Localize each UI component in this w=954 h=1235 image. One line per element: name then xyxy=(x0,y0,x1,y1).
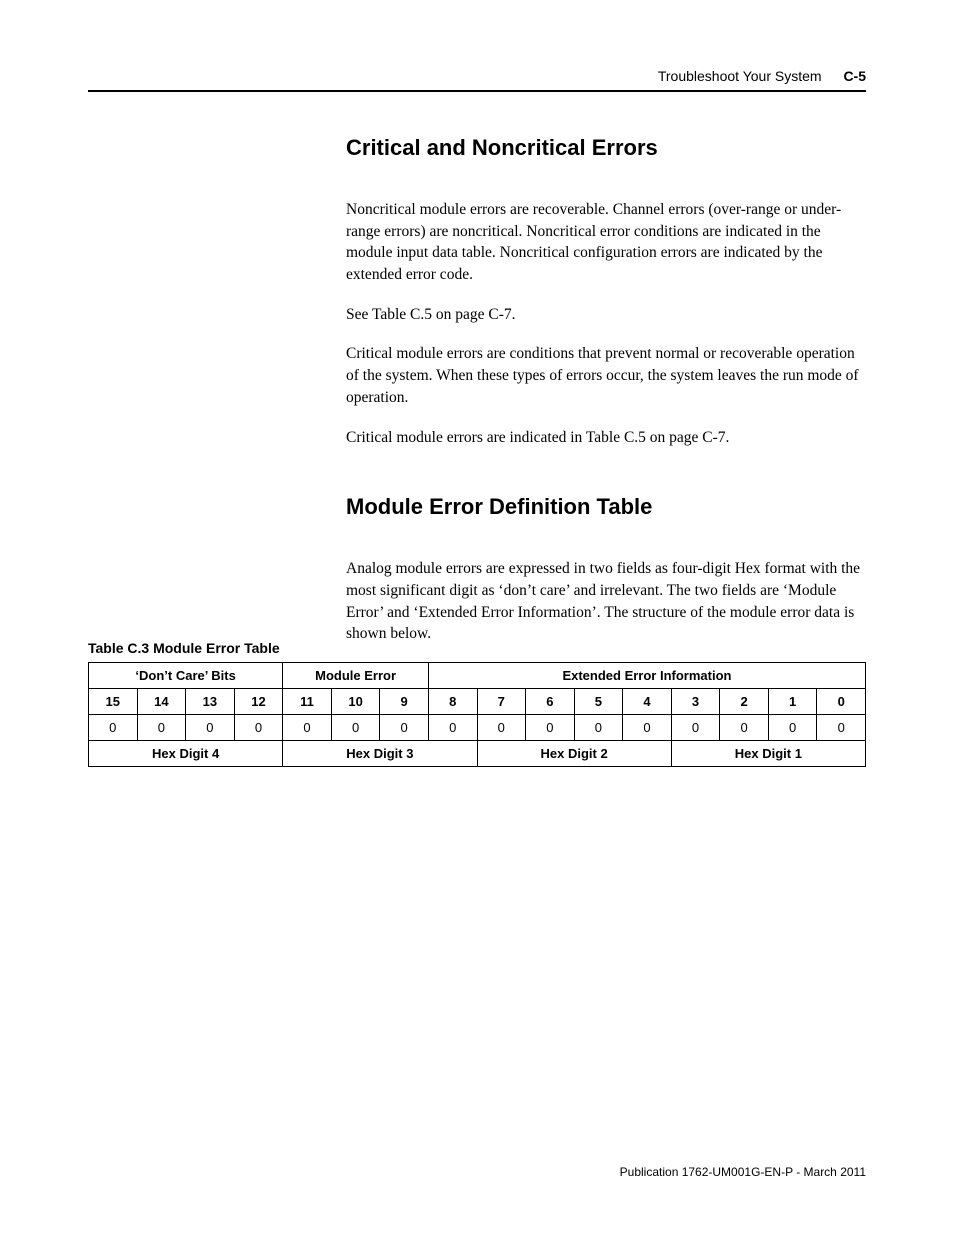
bit-header: 6 xyxy=(526,689,575,715)
bit-value: 0 xyxy=(526,715,575,741)
bit-header: 1 xyxy=(768,689,817,715)
bit-value: 0 xyxy=(186,715,235,741)
bit-value: 0 xyxy=(574,715,623,741)
bit-value: 0 xyxy=(477,715,526,741)
publication-footer: Publication 1762-UM001G-EN-P - March 201… xyxy=(620,1165,866,1179)
bit-value: 0 xyxy=(623,715,672,741)
bit-value: 0 xyxy=(768,715,817,741)
hex-digit-label: Hex Digit 1 xyxy=(671,741,865,767)
bit-value: 0 xyxy=(720,715,769,741)
hex-digit-label: Hex Digit 4 xyxy=(89,741,283,767)
bit-header: 9 xyxy=(380,689,429,715)
bit-value: 0 xyxy=(380,715,429,741)
table-value-row: 0 0 0 0 0 0 0 0 0 0 0 0 0 0 0 0 xyxy=(89,715,866,741)
bit-value: 0 xyxy=(817,715,866,741)
hex-digit-label: Hex Digit 2 xyxy=(477,741,671,767)
bit-value: 0 xyxy=(137,715,186,741)
bit-value: 0 xyxy=(283,715,332,741)
col-group-module-error: Module Error xyxy=(283,663,429,689)
hex-digit-label: Hex Digit 3 xyxy=(283,741,477,767)
bit-header: 0 xyxy=(817,689,866,715)
running-header: Troubleshoot Your System C-5 xyxy=(658,68,866,84)
bit-header: 3 xyxy=(671,689,720,715)
section-heading-critical-noncritical: Critical and Noncritical Errors xyxy=(346,135,866,161)
table-bit-row: 15 14 13 12 11 10 9 8 7 6 5 4 3 2 1 0 xyxy=(89,689,866,715)
main-content: Critical and Noncritical Errors Noncriti… xyxy=(346,135,866,663)
bit-header: 10 xyxy=(331,689,380,715)
paragraph: Critical module errors are conditions th… xyxy=(346,343,866,408)
header-rule xyxy=(88,90,866,92)
bit-header: 11 xyxy=(283,689,332,715)
bit-header: 8 xyxy=(428,689,477,715)
bit-header: 12 xyxy=(234,689,283,715)
module-error-table: ‘Don’t Care’ Bits Module Error Extended … xyxy=(88,662,866,767)
table-caption: Table C.3 Module Error Table xyxy=(88,640,280,656)
col-group-extended-error: Extended Error Information xyxy=(428,663,865,689)
bit-header: 5 xyxy=(574,689,623,715)
bit-value: 0 xyxy=(234,715,283,741)
bit-header: 7 xyxy=(477,689,526,715)
table-group-row: ‘Don’t Care’ Bits Module Error Extended … xyxy=(89,663,866,689)
paragraph: Critical module errors are indicated in … xyxy=(346,427,866,449)
bit-value: 0 xyxy=(428,715,477,741)
bit-value: 0 xyxy=(89,715,138,741)
bit-value: 0 xyxy=(331,715,380,741)
bit-header: 14 xyxy=(137,689,186,715)
table-hex-row: Hex Digit 4 Hex Digit 3 Hex Digit 2 Hex … xyxy=(89,741,866,767)
bit-header: 2 xyxy=(720,689,769,715)
paragraph: See Table C.5 on page C-7. xyxy=(346,304,866,326)
paragraph: Noncritical module errors are recoverabl… xyxy=(346,199,866,286)
bit-header: 4 xyxy=(623,689,672,715)
paragraph: Analog module errors are expressed in tw… xyxy=(346,558,866,645)
header-section: Troubleshoot Your System xyxy=(658,68,822,84)
bit-header: 15 xyxy=(89,689,138,715)
bit-header: 13 xyxy=(186,689,235,715)
page-number: C-5 xyxy=(843,68,866,84)
section-heading-module-error-def: Module Error Definition Table xyxy=(346,494,866,520)
col-group-dontcare: ‘Don’t Care’ Bits xyxy=(89,663,283,689)
bit-value: 0 xyxy=(671,715,720,741)
